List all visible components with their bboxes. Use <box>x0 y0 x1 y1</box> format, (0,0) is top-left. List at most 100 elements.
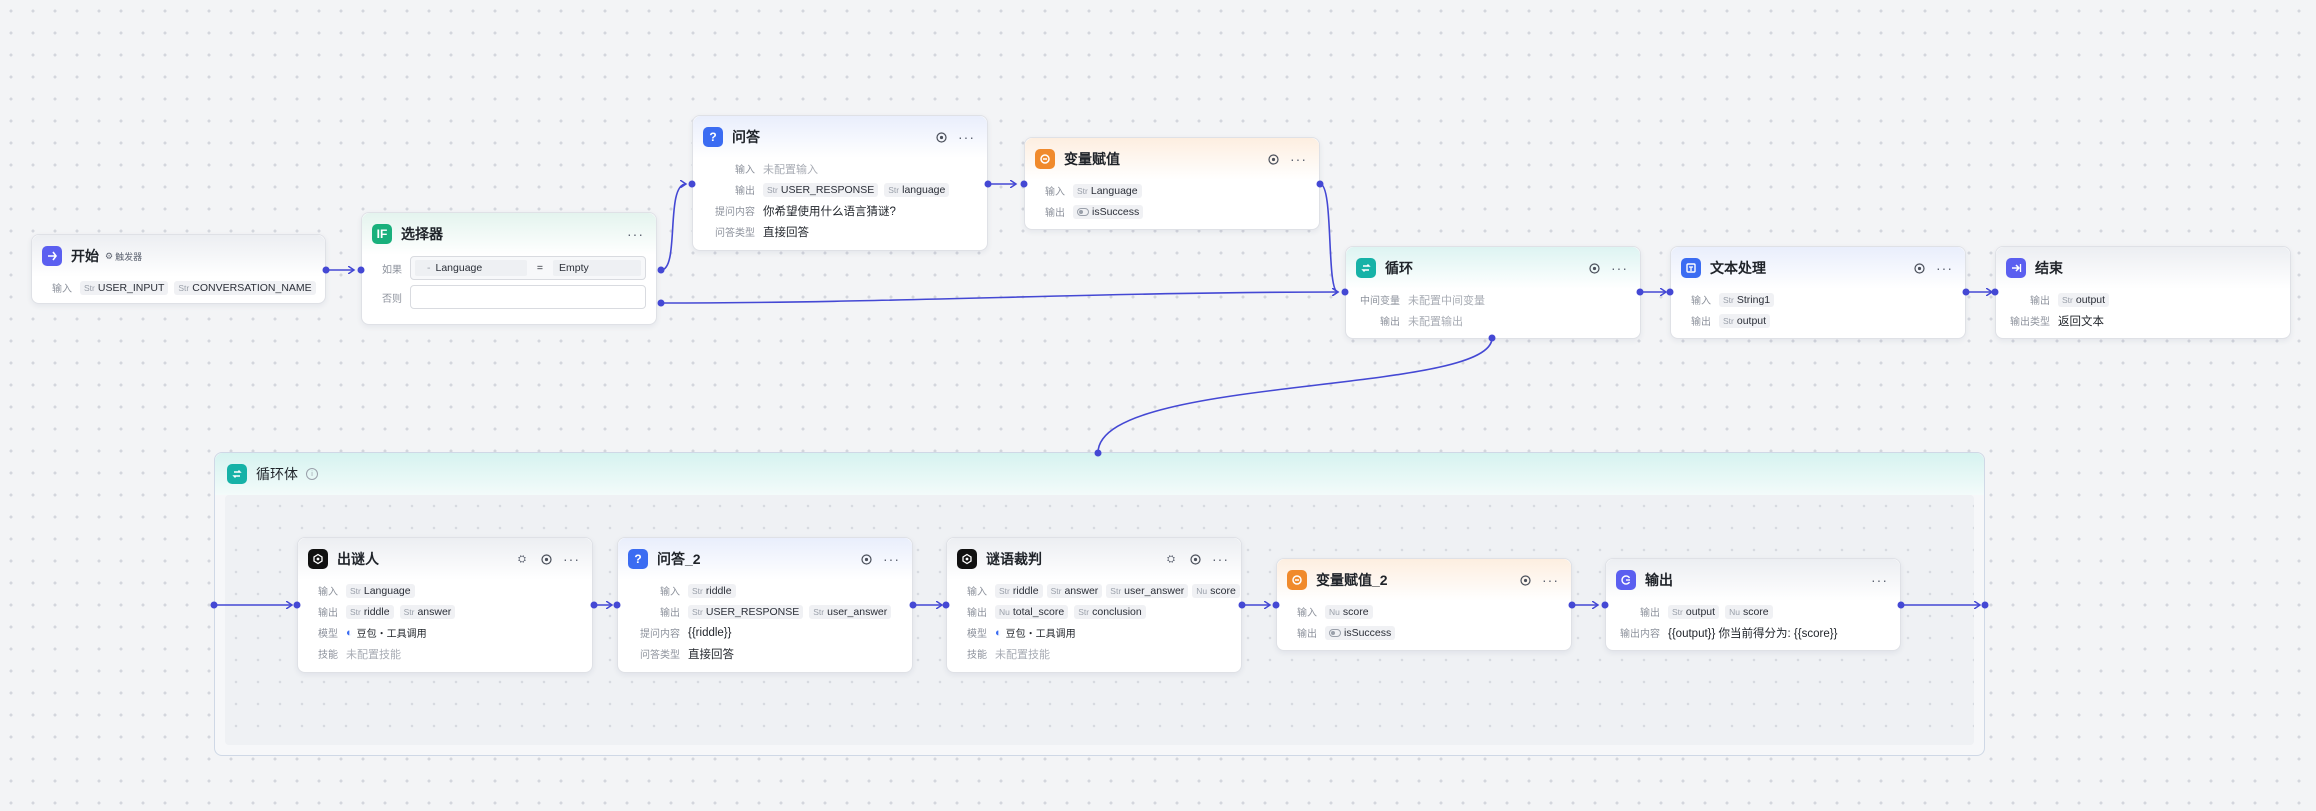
node-assign[interactable]: 变量赋值 ··· 输入 Str Language 输出 isSuccess <box>1024 137 1320 230</box>
port[interactable] <box>1981 601 1989 609</box>
more-icon[interactable]: ··· <box>1871 573 1888 587</box>
port[interactable] <box>909 601 917 609</box>
port[interactable] <box>1272 601 1280 609</box>
port[interactable] <box>1094 449 1102 457</box>
port[interactable] <box>1568 601 1576 609</box>
skill-label: 技能 <box>318 650 338 661</box>
more-icon[interactable]: ··· <box>1936 261 1953 275</box>
var-tag: Str output <box>2058 292 2110 307</box>
node-title: 选择器 <box>401 226 443 242</box>
var-tag: Str user_answer <box>1106 583 1189 598</box>
assign-icon <box>1287 570 1307 590</box>
node-loop[interactable]: 循环 ··· 中间变量 未配置中间变量 输出 未配置输出 <box>1345 246 1641 339</box>
workflow-canvas[interactable]: 开始 ⚙ 触发器 输入 Str USER_INPUT Str CONVERSATION… <box>0 0 2316 811</box>
port[interactable] <box>322 266 330 274</box>
run-icon[interactable] <box>1266 152 1280 166</box>
output-label: 输出 <box>1691 317 1711 328</box>
output-value: 未配置输出 <box>1408 315 1463 328</box>
qtype-label: 问答类型 <box>715 228 755 239</box>
node-selector[interactable]: IF 选择器 ··· 如果 - Language = Empty 否则 <box>361 212 657 325</box>
cond-operator: = <box>536 262 544 274</box>
info-icon[interactable]: i <box>306 468 318 480</box>
port[interactable] <box>1341 288 1349 296</box>
node-output[interactable]: 输出 ··· 输出 Str output Nu score 输出内容 {{output… <box>1605 558 1901 651</box>
node-title: 文本处理 <box>1710 260 1766 276</box>
port[interactable] <box>1316 180 1324 188</box>
question-text: {{riddle}} <box>688 626 732 639</box>
question-label: 提问内容 <box>715 207 755 218</box>
port[interactable] <box>688 180 696 188</box>
node-qa2[interactable]: ? 问答_2 ··· 输入 Str riddle 输出 Str USER_RESPO… <box>617 537 913 673</box>
port[interactable] <box>1488 334 1496 342</box>
port[interactable] <box>1666 288 1674 296</box>
var-tag: Str Language <box>1073 183 1142 198</box>
var-tag: Str CONVERSATION_NAME <box>174 280 316 295</box>
node-title: 变量赋值 <box>1064 151 1120 167</box>
doubao-icon: ◐ <box>995 626 1002 639</box>
input-label: 输入 <box>735 165 755 176</box>
node-qa[interactable]: ? 问答 ··· 输入 未配置输入 输出 Str USER_RESPONSE Str… <box>692 115 988 251</box>
node-assign2[interactable]: 变量赋值_2 ··· 输入 Nu score 输出 isSuccess <box>1276 558 1572 651</box>
port[interactable] <box>590 601 598 609</box>
port[interactable] <box>357 266 365 274</box>
start-icon <box>42 246 62 266</box>
run-icon[interactable] <box>539 552 553 566</box>
run-icon[interactable] <box>1188 552 1202 566</box>
more-icon[interactable]: ··· <box>1611 261 1628 275</box>
port[interactable] <box>613 601 621 609</box>
node-text-process[interactable]: 文本处理 ··· 输入 Str String1 输出 Str output <box>1670 246 1966 339</box>
run-icon[interactable] <box>1587 261 1601 275</box>
output-label: 输出 <box>1380 317 1400 328</box>
more-icon[interactable]: ··· <box>563 552 580 566</box>
run-icon[interactable] <box>1518 573 1532 587</box>
run-icon[interactable] <box>1912 261 1926 275</box>
port[interactable] <box>657 266 665 274</box>
more-icon[interactable]: ··· <box>1290 152 1307 166</box>
port[interactable] <box>293 601 301 609</box>
var-tag: isSuccess <box>1325 625 1396 640</box>
node-judge[interactable]: 谜语裁判 ⛭ ··· 输入 Str riddle Str answer Str use… <box>946 537 1242 673</box>
port[interactable] <box>984 180 992 188</box>
port[interactable] <box>942 601 950 609</box>
more-icon[interactable]: ··· <box>958 130 975 144</box>
port[interactable] <box>210 601 218 609</box>
output-type-value: 返回文本 <box>2058 315 2104 328</box>
skill-label: 技能 <box>967 650 987 661</box>
output-type-label: 输出类型 <box>2010 317 2050 328</box>
condition-row[interactable]: - Language = Empty <box>410 256 646 280</box>
port[interactable] <box>1238 601 1246 609</box>
run-icon[interactable] <box>859 552 873 566</box>
more-icon[interactable]: ··· <box>627 227 644 241</box>
else-branch[interactable] <box>410 285 646 309</box>
var-tag: Str language <box>884 182 950 197</box>
loop-icon <box>1356 258 1376 278</box>
more-icon[interactable]: ··· <box>1542 573 1559 587</box>
port[interactable] <box>1897 601 1905 609</box>
edge-selector-qa <box>660 184 686 271</box>
memory-icon[interactable]: ⛭ <box>1164 552 1178 566</box>
node-end[interactable]: 结束 输出 Str output 输出类型 返回文本 <box>1995 246 2291 339</box>
var-tag: Str user_answer <box>809 604 892 619</box>
edge-selector-loop <box>660 292 1338 304</box>
question-icon: ? <box>703 127 723 147</box>
port[interactable] <box>1601 601 1609 609</box>
var-tag: Str riddle <box>688 583 736 598</box>
output-label: 输出 <box>1297 629 1317 640</box>
question-label: 提问内容 <box>640 629 680 640</box>
var-tag: Str conclusion <box>1074 604 1146 619</box>
node-riddler[interactable]: 出谜人 ⛭ ··· 输入 Str Language 输出 Str riddle St… <box>297 537 593 673</box>
model-label: 模型 <box>967 629 987 640</box>
port[interactable] <box>1020 180 1028 188</box>
port[interactable] <box>1991 288 1999 296</box>
port[interactable] <box>657 299 665 307</box>
model-label: 模型 <box>318 629 338 640</box>
more-icon[interactable]: ··· <box>1212 552 1229 566</box>
more-icon[interactable]: ··· <box>883 552 900 566</box>
port[interactable] <box>1636 288 1644 296</box>
port[interactable] <box>1962 288 1970 296</box>
node-start[interactable]: 开始 ⚙ 触发器 输入 Str USER_INPUT Str CONVERSATION… <box>31 234 326 304</box>
run-icon[interactable] <box>934 130 948 144</box>
node-title: 问答 <box>732 129 760 145</box>
memory-icon[interactable]: ⛭ <box>515 552 529 566</box>
var-tag: Str output <box>1668 604 1720 619</box>
